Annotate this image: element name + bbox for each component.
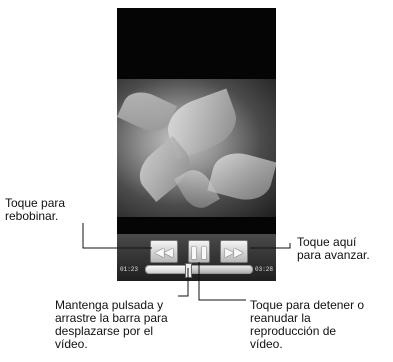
rewind-callout-line <box>82 223 152 249</box>
seek-callout-line <box>178 268 189 297</box>
rewind-callout: Toque para rebobinar. <box>5 196 66 223</box>
pause-callout: Toque para detener o reanudar la reprodu… <box>250 298 365 351</box>
forward-callout-line <box>250 243 291 249</box>
seek-callout: Mantenga pulsada y arrastre la barra par… <box>55 298 168 351</box>
forward-callout: Toque aquí para avanzar. <box>297 235 370 262</box>
pause-callout-line <box>198 262 246 301</box>
